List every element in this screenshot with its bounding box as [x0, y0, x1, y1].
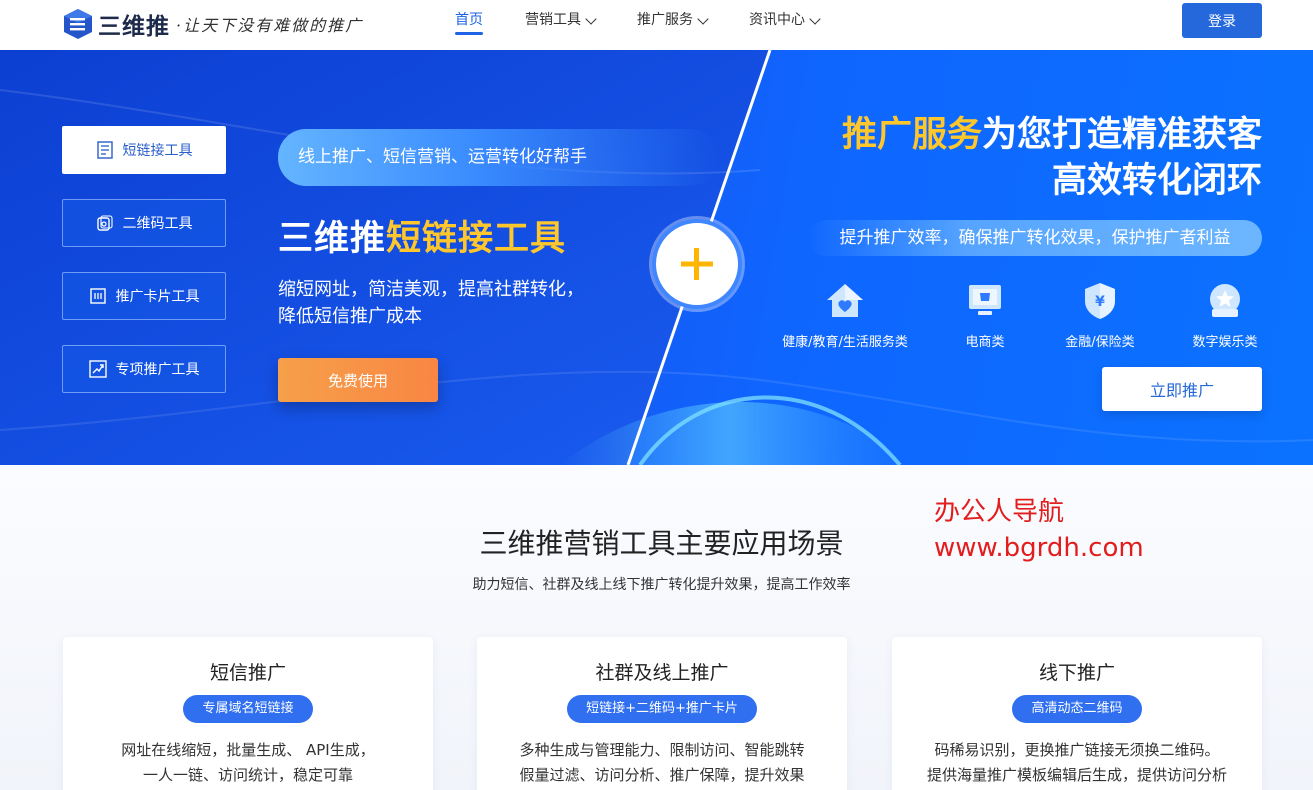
card-title: 社群及线上推广: [595, 662, 729, 684]
watermark-line: 办公人导航: [934, 497, 1065, 527]
category-finance-insurance[interactable]: ¥ 金融/保险类: [1055, 281, 1145, 350]
scenario-card-offline[interactable]: 线下推广 高清动态二维码 码稀易识别，更换推广链接无须换二维码。 提供海量推广模…: [892, 637, 1262, 790]
section-subtitle: 助力短信、社群及线上线下推广转化提升效果，提高工作效率: [472, 577, 851, 593]
nav-home[interactable]: 首页: [455, 0, 483, 50]
nav-marketing-tools[interactable]: 营销工具: [525, 0, 597, 50]
hero-description: 缩短网址，简洁美观，提高社群转化， 降低短信推广成本: [278, 276, 608, 330]
chevron-down-icon: [697, 13, 709, 25]
promote-now-button[interactable]: 立即推广: [1102, 367, 1262, 411]
card-description: 多种生成与管理能力、限制访问、智能跳转 假量过滤、访问分析、推广保障，提升效果: [477, 738, 847, 788]
main-nav: 首页 营销工具 推广服务 资讯中心: [455, 0, 861, 50]
chevron-down-icon: [585, 13, 597, 25]
category-label: 电商类: [965, 335, 1005, 350]
tool-side-menu: 短链接工具 二维码工具 推广卡片工具 专项推广工具: [62, 126, 226, 418]
nav-promotion-services-label: 推广服务: [637, 12, 693, 28]
plus-icon: [652, 219, 742, 309]
document-icon: [96, 141, 114, 159]
scenario-card-social-online[interactable]: 社群及线上推广 短链接+二维码+推广卡片 多种生成与管理能力、限制访问、智能跳转…: [477, 637, 847, 790]
card-desc-line: 码稀易识别，更换推广链接无须换二维码。: [934, 741, 1220, 759]
watermark-text: 办公人导航 www.bgrdh.com: [934, 494, 1144, 566]
nav-news-center-label: 资讯中心: [749, 12, 805, 28]
hero-desc-line: 缩短网址，简洁美观，提高社群转化，: [278, 279, 584, 300]
top-header: 三维推 ·让天下没有难做的推广 首页 营销工具 推广服务 资讯中心 登录: [0, 0, 1313, 50]
hero-title-highlight: 短链接工具: [386, 219, 567, 259]
side-item-qrcode[interactable]: 二维码工具: [62, 199, 226, 247]
card-desc-line: 提供海量推广模板编辑后生成，提供访问分析: [926, 766, 1227, 784]
logo[interactable]: 三维推 ·让天下没有难做的推广: [62, 5, 363, 43]
r-title-highlight: 推广服务: [841, 115, 982, 155]
star-badge-icon: [1210, 284, 1240, 317]
card-icon: [89, 287, 107, 305]
hero-banner: 短链接工具 二维码工具 推广卡片工具 专项推广工具 线上推广、短信营销、运营转化…: [0, 50, 1313, 465]
watermark-line: www.bgrdh.com: [934, 533, 1144, 563]
promotion-service-title: 推广服务为您打造精准获客 高效转化闭环: [842, 112, 1262, 204]
side-item-label: 二维码工具: [122, 216, 193, 232]
card-title: 短信推广: [209, 662, 286, 684]
scenario-card-sms[interactable]: 短信推广 专属域名短链接 网址在线缩短，批量生成、 API生成， 一人一链、访问…: [63, 637, 433, 790]
hero-title: 三维推短链接工具: [278, 210, 566, 261]
card-desc-line: 一人一链、访问统计，稳定可靠: [142, 766, 353, 784]
shield-yen-icon: ¥: [1085, 283, 1115, 319]
category-label: 金融/保险类: [1065, 335, 1135, 350]
card-description: 网址在线缩短，批量生成、 API生成， 一人一链、访问统计，稳定可靠: [63, 738, 433, 788]
application-scenarios-section: 三维推营销工具主要应用场景 助力短信、社群及线上线下推广转化提升效果，提高工作效…: [0, 465, 1313, 790]
logo-text: 三维推: [98, 14, 170, 40]
card-desc-line: 网址在线缩短，批量生成、 API生成，: [121, 741, 375, 759]
card-title: 线下推广: [1038, 662, 1115, 684]
category-label: 健康/教育/生活服务类: [782, 335, 908, 350]
hero-title-prefix: 三维推: [278, 219, 387, 259]
category-health-education[interactable]: 健康/教育/生活服务类: [775, 281, 915, 350]
r-title-line2: 高效转化闭环: [1051, 161, 1262, 201]
hero-tagline: 线上推广、短信营销、运营转化好帮手: [278, 129, 718, 186]
side-item-special-promo[interactable]: 专项推广工具: [62, 345, 226, 393]
svg-text:¥: ¥: [1095, 294, 1105, 310]
logo-cube-icon: [64, 9, 92, 39]
side-item-promo-card[interactable]: 推广卡片工具: [62, 272, 226, 320]
promotion-benefits-pill: 提升推广效率，确保推广转化效果，保护推广者利益: [808, 220, 1262, 256]
card-desc-line: 多种生成与管理能力、限制访问、智能跳转: [519, 741, 805, 759]
category-digital-entertainment[interactable]: 数字娱乐类: [1185, 281, 1265, 350]
side-item-short-link[interactable]: 短链接工具: [62, 126, 226, 174]
category-label: 数字娱乐类: [1192, 335, 1258, 350]
nav-promotion-services[interactable]: 推广服务: [637, 0, 709, 50]
card-badge: 短链接+二维码+推广卡片: [567, 695, 757, 723]
card-badge: 高清动态二维码: [1012, 695, 1142, 723]
industry-categories: 健康/教育/生活服务类 电商类 ¥ 金融/保险类 数字娱乐类: [760, 281, 1280, 351]
login-button[interactable]: 登录: [1182, 3, 1262, 38]
logo-slogan: ·让天下没有难做的推广: [176, 16, 364, 35]
qrcode-icon: [96, 214, 114, 232]
trend-chart-icon: [88, 360, 107, 378]
card-badge: 专属域名短链接: [183, 695, 313, 723]
chevron-down-icon: [809, 13, 821, 25]
nav-home-label: 首页: [455, 12, 483, 28]
card-desc-line: 假量过滤、访问分析、推广保障，提升效果: [519, 766, 805, 784]
category-ecommerce[interactable]: 电商类: [955, 281, 1015, 350]
shop-monitor-icon: [969, 285, 1001, 315]
side-item-label: 专项推广工具: [115, 362, 200, 378]
free-use-button[interactable]: 免费使用: [278, 358, 438, 402]
house-heart-icon: [827, 284, 863, 317]
nav-marketing-tools-label: 营销工具: [525, 12, 581, 28]
hero-desc-line: 降低短信推广成本: [278, 306, 422, 327]
card-description: 码稀易识别，更换推广链接无须换二维码。 提供海量推广模板编辑后生成，提供访问分析: [892, 738, 1262, 788]
nav-news-center[interactable]: 资讯中心: [749, 0, 821, 50]
r-title-rest: 为您打造精准获客: [981, 115, 1262, 155]
side-item-label: 短链接工具: [122, 143, 193, 159]
side-item-label: 推广卡片工具: [115, 289, 200, 305]
